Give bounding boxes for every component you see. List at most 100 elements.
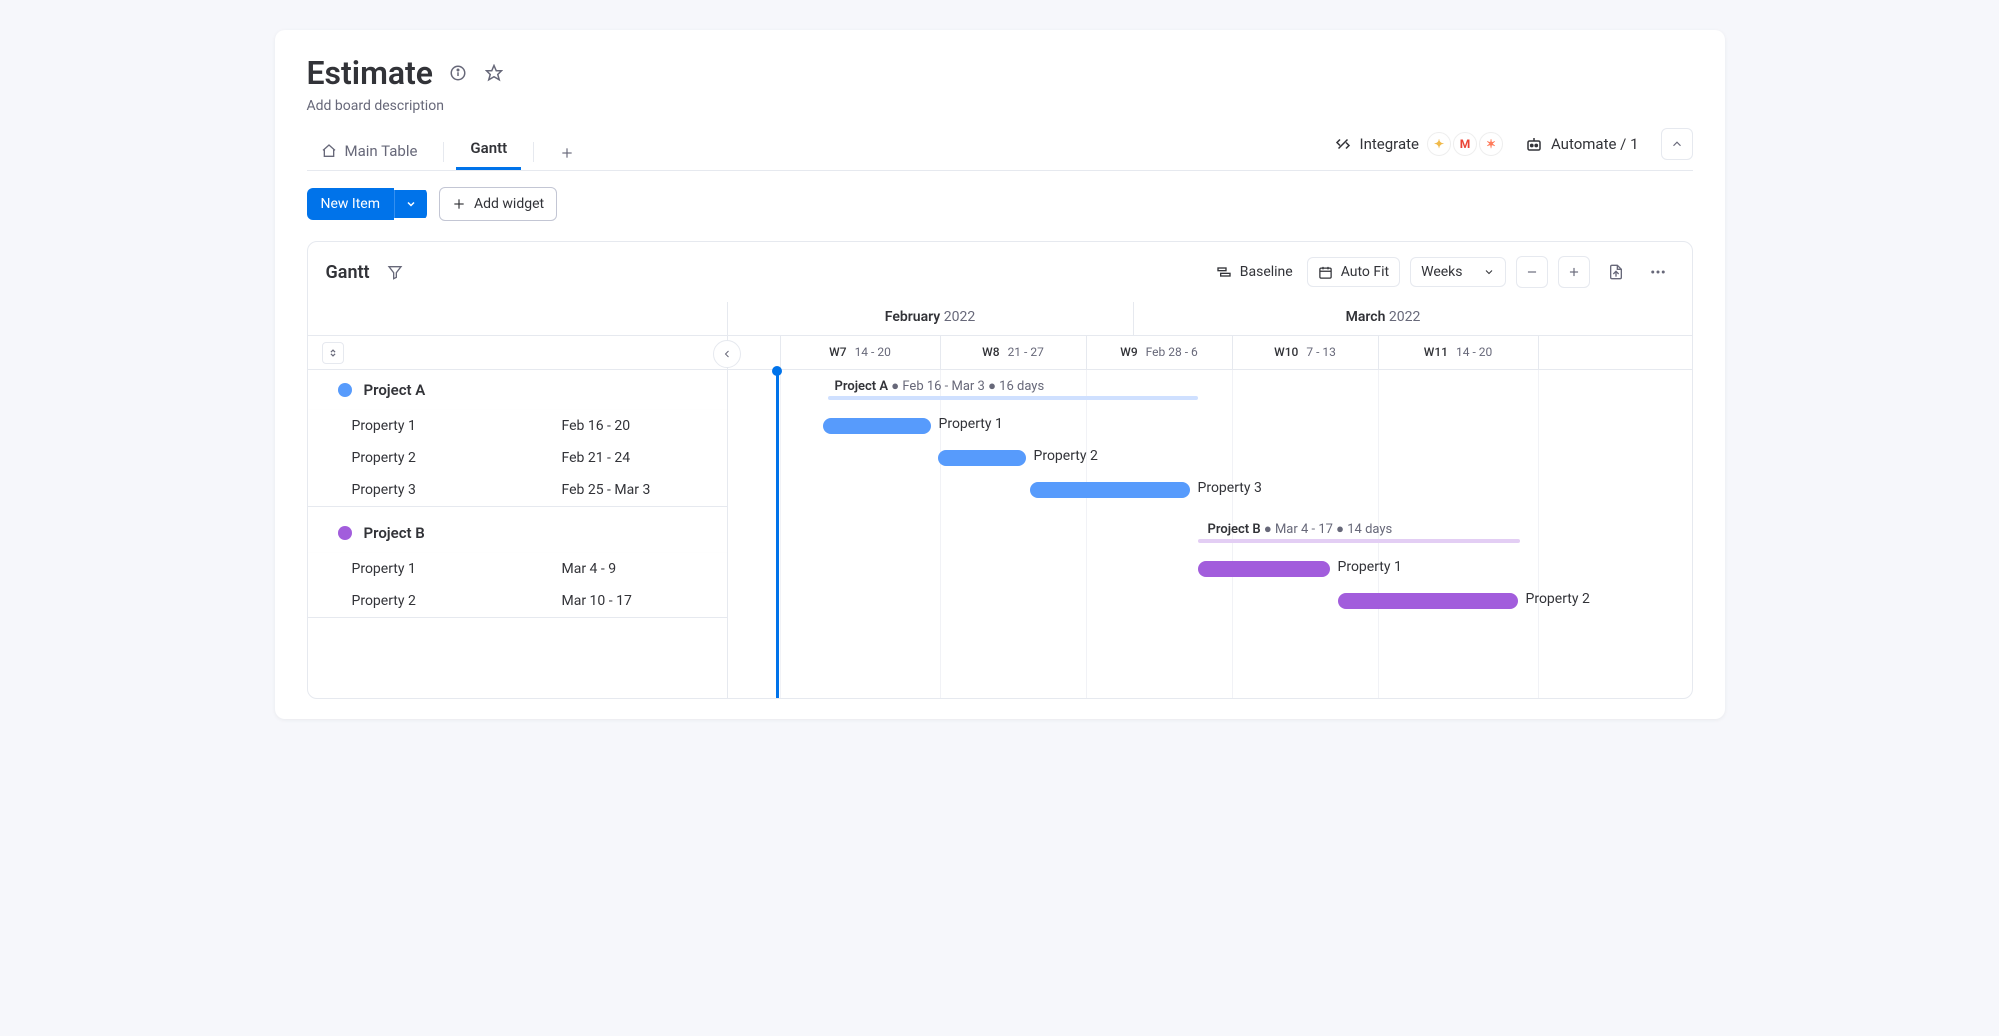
timeline-week: W714 - 20 (781, 336, 941, 369)
gantt-widget: Gantt Baseline Auto Fit (307, 241, 1693, 699)
zoom-out-button[interactable] (1516, 256, 1548, 288)
task-row[interactable]: Property 2Mar 10 - 17 (308, 585, 727, 617)
task-row[interactable]: Property 3Feb 25 - Mar 3 (308, 474, 727, 506)
gmail-icon: M (1453, 132, 1477, 156)
timeline-week: W1114 - 20 (1379, 336, 1539, 369)
gantt-bar-label: Property 1 (1338, 559, 1402, 575)
group-name: Project B (364, 524, 425, 542)
gantt-body: Project AProperty 1Feb 16 - 20Property 2… (308, 302, 1692, 698)
tab-gantt[interactable]: Gantt (456, 129, 521, 170)
timeline-week: W9Feb 28 - 6 (1087, 336, 1233, 369)
automate-button[interactable]: Automate / 1 (1525, 135, 1639, 153)
add-widget-label: Add widget (474, 196, 544, 212)
task-name: Property 2 (352, 450, 562, 466)
task-row[interactable]: Property 2Feb 21 - 24 (308, 442, 727, 474)
board-description[interactable]: Add board description (307, 98, 1693, 114)
collapse-header-button[interactable] (1661, 128, 1693, 160)
hubspot-icon: ✶ (1479, 132, 1503, 156)
gantt-toolbar: Gantt Baseline Auto Fit (308, 242, 1692, 302)
calendar-icon (1318, 265, 1333, 280)
task-dates: Mar 10 - 17 (562, 593, 632, 609)
tab-main-table[interactable]: Main Table (307, 132, 432, 170)
group-summary-text: Project A ● Feb 16 - Mar 3 ● 16 days (835, 378, 1045, 394)
info-icon[interactable] (447, 62, 469, 84)
timeline-weeks: W714 - 20W821 - 27W9Feb 28 - 6W107 - 13W… (728, 336, 1692, 370)
new-item-dropdown[interactable] (394, 190, 427, 218)
gantt-bar[interactable] (1198, 561, 1330, 577)
timeline-months: February 2022March 2022 (728, 302, 1692, 336)
group-header[interactable]: Project A (308, 370, 727, 410)
timescale-dropdown[interactable]: Weeks (1410, 257, 1505, 287)
group-name: Project A (364, 381, 426, 399)
task-row[interactable]: Property 1Feb 16 - 20 (308, 410, 727, 442)
task-name: Property 3 (352, 482, 562, 498)
timeline-month: March 2022 (1133, 302, 1633, 335)
task-name: Property 2 (352, 593, 562, 609)
new-item-button[interactable]: New Item (307, 188, 395, 220)
task-dates: Feb 25 - Mar 3 (562, 482, 651, 498)
task-dates: Feb 21 - 24 (562, 450, 631, 466)
tabs-row: Main Table Gantt Integrate ✦ M ✶ (307, 128, 1693, 171)
gantt-right-pane[interactable]: February 2022March 2022 W714 - 20W821 - … (728, 302, 1692, 698)
group-header[interactable]: Project B (308, 513, 727, 553)
tab-main-table-label: Main Table (345, 142, 418, 160)
collapse-left-pane-button[interactable] (713, 340, 741, 368)
task-row[interactable]: Property 1Mar 4 - 9 (308, 553, 727, 585)
star-icon[interactable] (483, 62, 505, 84)
baseline-label: Baseline (1240, 264, 1293, 280)
gantt-left-pane: Project AProperty 1Feb 16 - 20Property 2… (308, 302, 728, 698)
baseline-button[interactable]: Baseline (1212, 258, 1297, 286)
integrate-label: Integrate (1360, 135, 1419, 153)
robot-icon (1525, 135, 1543, 153)
add-tab-button[interactable] (546, 136, 588, 170)
zoom-in-button[interactable] (1558, 256, 1590, 288)
integration-app-icons: ✦ M ✶ (1427, 132, 1503, 156)
filter-icon[interactable] (384, 261, 406, 283)
group-summary-bar (828, 396, 1198, 400)
more-options-button[interactable] (1642, 256, 1674, 288)
gantt-bar-label: Property 3 (1198, 480, 1262, 496)
gantt-bar[interactable] (1030, 482, 1190, 498)
board-title: Estimate (307, 54, 434, 92)
tab-separator (443, 142, 444, 162)
group-color-dot (338, 383, 352, 397)
actions-row: New Item Add widget (307, 187, 1693, 221)
gantt-bar-label: Property 1 (939, 416, 1003, 432)
integrate-button[interactable]: Integrate ✦ M ✶ (1334, 132, 1503, 156)
home-icon (321, 143, 337, 159)
new-item-button-group: New Item (307, 188, 428, 220)
group-summary-text: Project B ● Mar 4 - 17 ● 14 days (1208, 521, 1393, 537)
plus-icon (452, 197, 466, 211)
gantt-bar-label: Property 2 (1526, 591, 1590, 607)
task-name: Property 1 (352, 418, 562, 434)
automate-label: Automate / 1 (1551, 135, 1639, 153)
today-line (776, 370, 779, 698)
export-button[interactable] (1600, 256, 1632, 288)
task-dates: Feb 16 - 20 (562, 418, 631, 434)
tabs-right: Integrate ✦ M ✶ Automate / 1 (1334, 128, 1693, 170)
baseline-icon (1216, 264, 1232, 280)
timeline-week: W107 - 13 (1233, 336, 1379, 369)
gantt-bar[interactable] (1338, 593, 1518, 609)
gantt-title: Gantt (326, 262, 370, 283)
group-summary-bar (1198, 539, 1520, 543)
autofit-button[interactable]: Auto Fit (1307, 257, 1400, 287)
autofit-label: Auto Fit (1341, 264, 1389, 280)
gantt-bar-label: Property 2 (1034, 448, 1098, 464)
tabs-left: Main Table Gantt (307, 129, 589, 170)
group-color-dot (338, 526, 352, 540)
board-container: Estimate Add board description Main Tabl… (275, 30, 1725, 719)
plug-icon (1334, 135, 1352, 153)
gantt-bar[interactable] (938, 450, 1026, 466)
collapse-all-button[interactable] (322, 342, 344, 364)
add-widget-button[interactable]: Add widget (439, 187, 557, 221)
timescale-label: Weeks (1421, 264, 1462, 280)
tab-gantt-label: Gantt (470, 139, 507, 157)
board-header: Estimate (307, 54, 1693, 92)
gantt-bar[interactable] (823, 418, 931, 434)
timeline-week: W821 - 27 (941, 336, 1087, 369)
task-name: Property 1 (352, 561, 562, 577)
today-marker (772, 366, 782, 376)
task-dates: Mar 4 - 9 (562, 561, 617, 577)
tab-separator (533, 142, 534, 162)
